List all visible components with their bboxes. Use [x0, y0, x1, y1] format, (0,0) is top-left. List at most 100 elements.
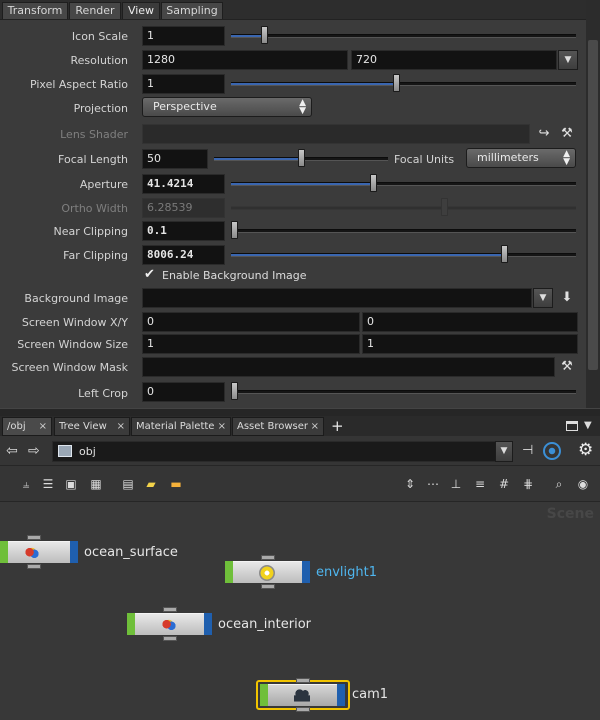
network-image-icon[interactable]: ▤: [120, 476, 136, 492]
output-port[interactable]: [261, 584, 275, 589]
node-chooser-icon[interactable]: ⚒: [558, 360, 576, 374]
node-label[interactable]: ocean_surface: [84, 545, 178, 560]
color-palette-icon[interactable]: ▦: [88, 476, 104, 492]
left-crop-slider-handle[interactable]: [231, 382, 238, 400]
icon-scale-slider-track[interactable]: [231, 34, 576, 38]
output-port[interactable]: [27, 564, 41, 569]
render-flag[interactable]: [302, 561, 310, 583]
screen-window-mask-field[interactable]: [142, 357, 555, 377]
display-flag[interactable]: [0, 541, 8, 563]
tab-material-palette[interactable]: Material Palette ×: [131, 417, 231, 436]
close-icon[interactable]: ×: [117, 418, 125, 436]
resolution-menu-button[interactable]: ▼: [558, 50, 578, 70]
node-label[interactable]: ocean_interior: [218, 617, 311, 632]
render-flag[interactable]: [70, 541, 78, 563]
network-box-icon[interactable]: ▣: [63, 476, 79, 492]
node-label[interactable]: envlight1: [316, 565, 377, 580]
dashed-line-icon[interactable]: ⋯: [425, 476, 441, 492]
parameter-scroll-thumb[interactable]: [588, 40, 598, 370]
node-chooser-icon[interactable]: ⚒: [558, 127, 576, 141]
pixel-aspect-slider-track[interactable]: [231, 82, 576, 86]
back-arrow-icon[interactable]: ⇦: [6, 443, 18, 459]
resolution-x-field[interactable]: 1280: [142, 50, 348, 70]
background-image-field[interactable]: [142, 288, 532, 308]
grid-icon[interactable]: ⋕: [520, 476, 536, 492]
left-crop-slider-track[interactable]: [231, 390, 576, 394]
display-flag[interactable]: [260, 684, 268, 706]
icon-scale-slider-handle[interactable]: [261, 26, 269, 44]
tree-layout-icon[interactable]: ⫨: [18, 476, 34, 492]
node-envlight1[interactable]: [225, 555, 312, 589]
tab-asset-browser[interactable]: Asset Browser ×: [232, 417, 324, 436]
render-flag[interactable]: [204, 613, 212, 635]
align-vertical-icon[interactable]: ⇕: [402, 476, 418, 492]
lens-shader-field[interactable]: [142, 124, 530, 144]
chevron-down-icon[interactable]: ▼: [584, 417, 592, 435]
maximize-icon[interactable]: [566, 421, 578, 431]
background-image-menu-button[interactable]: ▼: [533, 288, 553, 308]
input-port[interactable]: [163, 607, 177, 612]
tab-transform[interactable]: Transform: [2, 2, 68, 20]
left-crop-field[interactable]: 0: [142, 382, 225, 402]
near-clipping-field[interactable]: 0.1: [142, 221, 225, 241]
jump-to-operator-icon[interactable]: ↪: [536, 127, 552, 141]
link-icon[interactable]: [543, 442, 561, 460]
layout-vertical-icon[interactable]: ⊥: [448, 476, 464, 492]
close-icon[interactable]: ×: [311, 418, 319, 436]
grid-snap-icon[interactable]: #: [496, 476, 512, 492]
forward-arrow-icon[interactable]: ⇨: [28, 443, 40, 459]
near-clipping-slider-handle[interactable]: [231, 221, 238, 239]
quick-mark-icon[interactable]: ▬: [168, 476, 184, 492]
eye-icon[interactable]: ◉: [575, 476, 591, 492]
far-clipping-slider-handle[interactable]: [501, 245, 509, 263]
add-tab-button[interactable]: +: [331, 417, 344, 435]
tab-tree-view[interactable]: Tree View ×: [54, 417, 130, 436]
enable-bg-checkbox[interactable]: ✔: [144, 268, 158, 282]
pin-icon[interactable]: ⊣: [522, 443, 533, 458]
gear-icon[interactable]: ⚙: [578, 440, 593, 460]
tab-sampling[interactable]: Sampling: [161, 2, 223, 20]
output-port[interactable]: [296, 707, 310, 712]
screen-window-size-y-field[interactable]: 1: [362, 334, 578, 354]
focal-length-field[interactable]: 50: [142, 149, 208, 169]
path-menu-button[interactable]: ▼: [495, 441, 513, 462]
far-clipping-field[interactable]: 8006.24: [142, 245, 225, 265]
pixel-aspect-slider-handle[interactable]: [393, 74, 401, 92]
tab-obj[interactable]: /obj ×: [2, 417, 52, 436]
search-icon[interactable]: ⌕: [551, 476, 567, 492]
close-icon[interactable]: ×: [218, 418, 226, 436]
input-port[interactable]: [261, 555, 275, 560]
node-cam1[interactable]: [260, 678, 347, 712]
render-flag[interactable]: [337, 684, 345, 706]
projection-dropdown[interactable]: Perspective ▲ ▼: [142, 97, 312, 117]
screen-window-x-field[interactable]: 0: [142, 312, 360, 332]
list-view-icon[interactable]: ☰: [40, 476, 56, 492]
pixel-aspect-field[interactable]: 1: [142, 74, 225, 94]
focal-length-slider-handle[interactable]: [297, 149, 305, 167]
file-chooser-icon[interactable]: ⬇: [558, 291, 576, 305]
focal-units-dropdown[interactable]: millimeters ▲ ▼: [466, 148, 576, 168]
path-field[interactable]: obj: [52, 441, 500, 462]
node-label[interactable]: cam1: [352, 687, 388, 702]
node-ocean-interior[interactable]: [127, 607, 214, 641]
input-port[interactable]: [296, 678, 310, 683]
tab-view[interactable]: View: [122, 2, 160, 20]
screen-window-y-field[interactable]: 0: [362, 312, 578, 332]
aperture-slider-track[interactable]: [231, 182, 576, 186]
resolution-y-field[interactable]: 720: [351, 50, 557, 70]
layout-horizontal-icon[interactable]: ≡: [472, 476, 488, 492]
aperture-slider-handle[interactable]: [369, 174, 377, 192]
network-editor[interactable]: Scene ocean_surface envlight1 ocean_inte…: [0, 502, 600, 720]
near-clipping-slider-track[interactable]: [231, 229, 576, 233]
tab-render[interactable]: Render: [69, 2, 121, 20]
close-icon[interactable]: ×: [39, 418, 47, 436]
sticky-note-icon[interactable]: ▰: [143, 476, 159, 492]
display-flag[interactable]: [127, 613, 135, 635]
display-flag[interactable]: [225, 561, 233, 583]
aperture-field[interactable]: 41.4214: [142, 174, 225, 194]
output-port[interactable]: [163, 636, 177, 641]
node-ocean-surface[interactable]: [0, 535, 80, 569]
far-clipping-slider-track[interactable]: [231, 253, 576, 257]
screen-window-size-x-field[interactable]: 1: [142, 334, 360, 354]
icon-scale-field[interactable]: 1: [142, 26, 225, 46]
